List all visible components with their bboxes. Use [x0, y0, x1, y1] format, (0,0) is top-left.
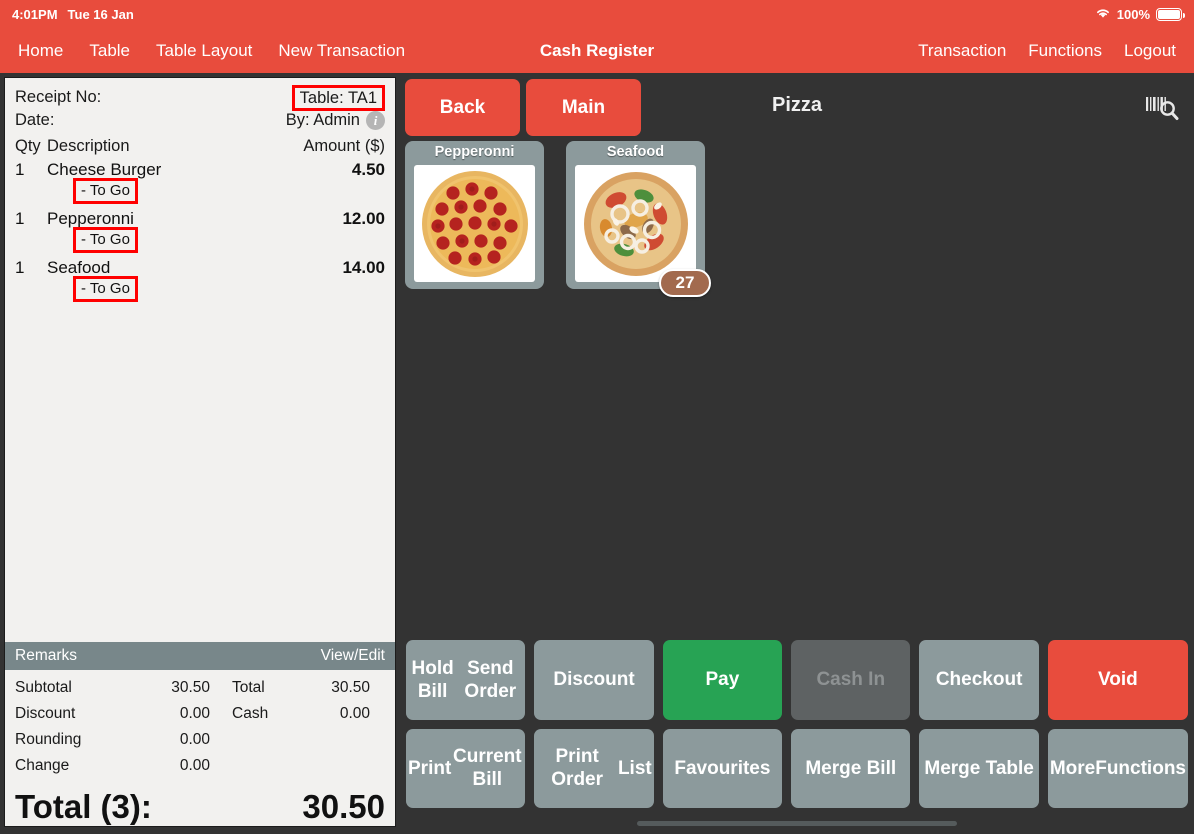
pay-button[interactable]: Pay [662, 640, 783, 720]
total-value: 30.50 [331, 679, 370, 696]
line-item-modifier: - To Go [73, 178, 138, 204]
catalog-area: Back Main Pizza Pepperonni Seafood 27 Ho… [400, 77, 1194, 834]
void-button[interactable]: Void [1047, 640, 1188, 720]
receipt-date-row: Date: By: Admin i [15, 109, 385, 132]
checkout-button[interactable]: Checkout [919, 640, 1039, 720]
line-item-main-row: 1 Pepperonni 12.00 [15, 207, 385, 231]
receipt-no-label: Receipt No: [15, 88, 102, 106]
cash-in-button: Cash In [791, 640, 911, 720]
cash-label: Cash [232, 705, 269, 722]
nav-right-group: Transaction Functions Logout [918, 28, 1176, 73]
catalog-toolbar: Back Main Pizza [400, 77, 1194, 139]
line-item-qty: 1 [15, 258, 25, 277]
change-value: 0.00 [179, 757, 210, 774]
product-name: Pepperonni [434, 144, 515, 160]
home-indicator [637, 821, 957, 826]
nav-item-transaction[interactable]: Transaction [918, 41, 1006, 61]
stock-badge: 27 [659, 269, 711, 297]
discount-label: Discount [15, 705, 76, 722]
nav-item-home[interactable]: Home [18, 41, 63, 61]
ios-status-bar: 4:01PM Tue 16 Jan 100% [0, 0, 1194, 28]
line-item-qty: 1 [15, 209, 25, 228]
receipt-line-item[interactable]: 1 Cheese Burger 4.50 - To Go [15, 158, 385, 207]
line-item-amount: 12.00 [342, 209, 385, 228]
nav-item-functions[interactable]: Functions [1028, 41, 1102, 61]
more-functions-button[interactable]: More Functions [1047, 728, 1188, 808]
grand-total-label: Total (3): [15, 788, 152, 825]
grand-total-row: Total (3): 30.50 [5, 778, 395, 826]
discount-button[interactable]: Discount [534, 640, 654, 720]
line-item-main-row: 1 Cheese Burger 4.50 [15, 158, 385, 182]
favourites-button[interactable]: Favourites [662, 728, 783, 808]
line-item-amount: 4.50 [351, 160, 385, 179]
info-icon[interactable]: i [366, 111, 385, 130]
nav-item-logout[interactable]: Logout [1124, 41, 1176, 61]
change-label: Change [15, 757, 70, 774]
line-item-amount: 14.00 [342, 258, 385, 277]
receipt-date-label: Date: [15, 111, 55, 129]
nav-left-group: Home Table Table Layout New Transaction [18, 28, 405, 73]
line-item-qty: 1 [15, 160, 25, 179]
rounding-value: 0.00 [179, 731, 210, 748]
cashier-group: By: Admin i [286, 111, 385, 130]
receipt-line-item[interactable]: 1 Seafood 14.00 - To Go [15, 256, 385, 305]
discount-value: 0.00 [179, 705, 210, 722]
main-button[interactable]: Main [526, 79, 641, 136]
print-order-list-button[interactable]: Print Order List [534, 728, 654, 808]
pos-app-window: 4:01PM Tue 16 Jan 100% Home Table Table … [0, 0, 1194, 834]
status-bar-left: 4:01PM Tue 16 Jan [0, 7, 134, 22]
cashier-label: By: Admin [285, 111, 360, 129]
main-navigation-bar: Home Table Table Layout New Transaction … [0, 28, 1194, 73]
cash-value: 0.00 [339, 705, 370, 722]
receipt-panel: Receipt No: Table: TA1 Date: By: Admin i… [4, 77, 396, 827]
summary-grid: Subtotal 30.50 Total 30.50 Discount 0.00… [15, 676, 385, 778]
table-badge[interactable]: Table: TA1 [291, 84, 385, 111]
nav-item-table[interactable]: Table [89, 41, 130, 61]
remarks-bar: Remarks View/Edit [5, 642, 395, 670]
receipt-items-list[interactable]: 1 Cheese Burger 4.50 - To Go 1 Pepperonn… [5, 158, 395, 642]
column-header-description: Description [47, 137, 130, 155]
product-name: Seafood [606, 144, 665, 160]
action-button-grid: Hold Bill Send Order Discount Pay Cash In… [400, 640, 1194, 808]
merge-table-button[interactable]: Merge Table [919, 728, 1039, 808]
product-grid: Pepperonni Seafood 27 [400, 139, 1194, 594]
hold-bill-send-order-button[interactable]: Hold Bill Send Order [406, 640, 526, 720]
pepperoni-pizza-image [414, 165, 535, 282]
rounding-label: Rounding [15, 731, 82, 748]
back-button[interactable]: Back [405, 79, 520, 136]
total-label: Total [232, 679, 265, 696]
print-current-bill-button[interactable]: Print Current Bill [406, 728, 526, 808]
column-header-qty: Qty [15, 137, 41, 155]
line-item-modifier: - To Go [73, 227, 138, 253]
receipt-header: Receipt No: Table: TA1 Date: By: Admin i [5, 78, 395, 132]
grand-total-value: 30.50 [302, 788, 385, 825]
line-item-main-row: 1 Seafood 14.00 [15, 256, 385, 280]
product-tile-seafood[interactable]: Seafood 27 [566, 141, 711, 297]
receipt-line-item[interactable]: 1 Pepperonni 12.00 - To Go [15, 207, 385, 256]
subtotal-value: 30.50 [171, 679, 210, 696]
subtotal-label: Subtotal [15, 679, 72, 696]
column-header-amount: Amount ($) [303, 137, 385, 155]
wifi-icon [1095, 7, 1111, 22]
seafood-pizza-image [575, 165, 696, 282]
remarks-label: Remarks [15, 647, 78, 664]
nav-item-table-layout[interactable]: Table Layout [156, 41, 252, 61]
receipt-column-headers: Qty Description Amount ($) [5, 132, 395, 158]
status-bar-right: 100% [1095, 7, 1194, 22]
barcode-search-icon[interactable] [1142, 91, 1182, 125]
product-tile-pepperonni[interactable]: Pepperonni [405, 141, 544, 289]
receipt-summary: Subtotal 30.50 Total 30.50 Discount 0.00… [5, 670, 395, 778]
battery-percentage: 100% [1116, 6, 1150, 22]
battery-icon [1156, 7, 1185, 21]
status-bar-time: 4:01PM [12, 6, 58, 22]
receipt-no-row: Receipt No: Table: TA1 [15, 84, 385, 111]
nav-item-new-transaction[interactable]: New Transaction [278, 41, 405, 61]
remarks-view-edit-link[interactable]: View/Edit [321, 647, 385, 665]
line-item-modifier: - To Go [73, 276, 138, 302]
merge-bill-button[interactable]: Merge Bill [791, 728, 911, 808]
status-bar-date: Tue 16 Jan [67, 6, 134, 22]
